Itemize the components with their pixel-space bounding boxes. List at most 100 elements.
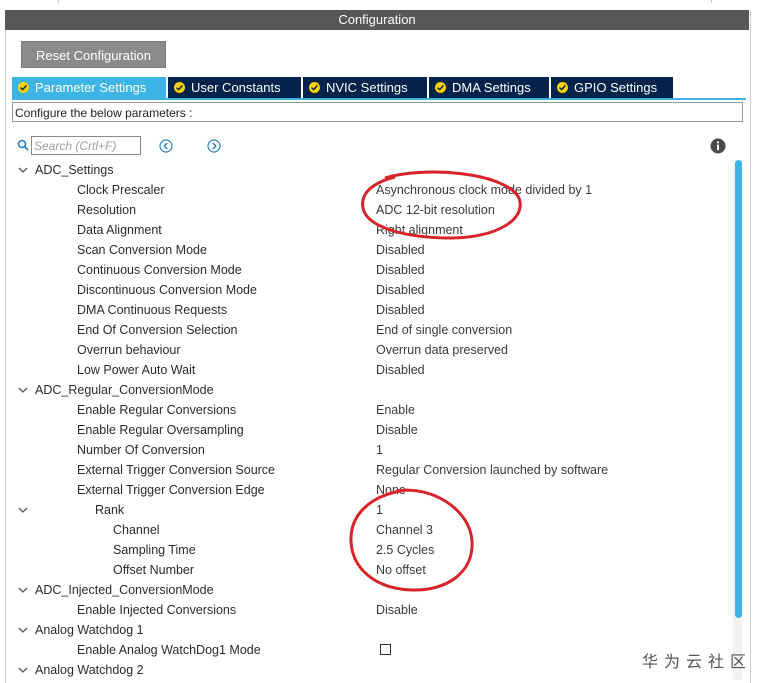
param-value[interactable]: Regular Conversion launched by software [376, 460, 608, 480]
param-value[interactable]: Disable [376, 600, 418, 620]
chevron-down-icon[interactable] [17, 624, 29, 636]
param-row[interactable]: External Trigger Conversion Edge None [0, 480, 730, 500]
tab-label: Parameter Settings [35, 80, 147, 95]
info-icon[interactable] [710, 138, 726, 154]
param-label: Channel [113, 523, 160, 537]
group-label: Analog Watchdog 1 [35, 623, 144, 637]
param-row[interactable]: Enable Analog WatchDog1 Mode [0, 640, 730, 660]
chevron-down-icon[interactable] [17, 164, 29, 176]
tab-user-constants[interactable]: User Constants [168, 77, 301, 98]
param-label: Clock Prescaler [77, 183, 165, 197]
param-row[interactable]: Offset Number No offset [0, 560, 730, 580]
search-icon [17, 139, 29, 151]
check-circle-icon [18, 82, 29, 93]
chevron-down-icon[interactable] [17, 384, 29, 396]
param-label: Enable Injected Conversions [77, 603, 237, 617]
param-value[interactable]: No offset [376, 560, 426, 580]
param-row[interactable]: Sampling Time 2.5 Cycles [0, 540, 730, 560]
chevron-down-icon[interactable] [17, 664, 29, 676]
next-match-icon[interactable] [207, 139, 221, 153]
panel-divider [711, 0, 712, 3]
param-label: Continuous Conversion Mode [77, 263, 242, 277]
param-value[interactable]: Overrun data preserved [376, 340, 508, 360]
group-adc-regular-conversion-mode[interactable]: ADC_Regular_ConversionMode [0, 380, 730, 400]
param-row[interactable]: Discontinuous Conversion Mode Disabled [0, 280, 730, 300]
param-value[interactable]: 1 [376, 440, 383, 460]
param-row[interactable]: External Trigger Conversion Source Regul… [0, 460, 730, 480]
tab-nvic-settings[interactable]: NVIC Settings [303, 77, 427, 98]
group-label: ADC_Regular_ConversionMode [35, 383, 214, 397]
param-row[interactable]: Channel Channel 3 [0, 520, 730, 540]
search-input[interactable] [31, 136, 141, 155]
param-label: Enable Regular Oversampling [77, 423, 244, 437]
tab-label: User Constants [191, 80, 281, 95]
panel-divider [58, 0, 59, 3]
vertical-scrollbar-thumb[interactable] [735, 160, 742, 618]
param-value[interactable]: Disabled [376, 260, 425, 280]
watchdog1-mode-checkbox[interactable] [380, 644, 391, 655]
group-adc-injected-conversion-mode[interactable]: ADC_Injected_ConversionMode [0, 580, 730, 600]
tab-underline [12, 98, 746, 100]
param-value[interactable]: Disabled [376, 280, 425, 300]
param-value[interactable]: Enable [376, 400, 415, 420]
group-adc-settings[interactable]: ADC_Settings [0, 160, 730, 180]
check-circle-icon [309, 82, 320, 93]
param-value[interactable]: End of single conversion [376, 320, 512, 340]
tab-parameter-settings[interactable]: Parameter Settings [12, 77, 166, 98]
param-label: Number Of Conversion [77, 443, 205, 457]
param-row[interactable]: Continuous Conversion Mode Disabled [0, 260, 730, 280]
param-label: Offset Number [113, 563, 195, 577]
param-label: DMA Continuous Requests [77, 303, 228, 317]
param-row[interactable]: Enable Regular Conversions Enable [0, 400, 730, 420]
tab-dma-settings[interactable]: DMA Settings [429, 77, 549, 98]
param-label: Enable Regular Conversions [77, 403, 237, 417]
param-row[interactable]: DMA Continuous Requests Disabled [0, 300, 730, 320]
panel-title: Configuration [5, 10, 749, 30]
tab-label: DMA Settings [452, 80, 531, 95]
param-row[interactable]: Clock Prescaler Asynchronous clock mode … [0, 180, 730, 200]
configure-hint: Configure the below parameters : [12, 102, 743, 122]
check-circle-icon [174, 82, 185, 93]
param-label: Sampling Time [113, 543, 196, 557]
group-analog-watchdog-1[interactable]: Analog Watchdog 1 [0, 620, 730, 640]
param-value[interactable]: Disabled [376, 300, 425, 320]
param-value[interactable]: None [376, 480, 406, 500]
group-label: Rank [95, 503, 125, 517]
param-label: External Trigger Conversion Source [77, 463, 276, 477]
param-row[interactable]: Low Power Auto Wait Disabled [0, 360, 730, 380]
previous-match-icon[interactable] [159, 139, 173, 153]
param-label: Discontinuous Conversion Mode [77, 283, 257, 297]
param-value[interactable]: Disabled [376, 360, 425, 380]
group-rank[interactable]: Rank 1 [0, 500, 730, 520]
param-value[interactable]: Right alignment [376, 220, 463, 240]
tab-label: GPIO Settings [574, 80, 658, 95]
param-value[interactable]: Disable [376, 420, 418, 440]
param-label: External Trigger Conversion Edge [77, 483, 265, 497]
param-value[interactable]: 1 [376, 500, 383, 520]
param-label: Overrun behaviour [77, 343, 181, 357]
param-label: Enable Analog WatchDog1 Mode [77, 643, 261, 657]
param-label: End Of Conversion Selection [77, 323, 238, 337]
param-row[interactable]: Data Alignment Right alignment [0, 220, 730, 240]
param-row[interactable]: Scan Conversion Mode Disabled [0, 240, 730, 260]
tab-label: NVIC Settings [326, 80, 408, 95]
param-row[interactable]: Overrun behaviour Overrun data preserved [0, 340, 730, 360]
param-label: Scan Conversion Mode [77, 243, 207, 257]
param-row[interactable]: Enable Regular Oversampling Disable [0, 420, 730, 440]
param-value[interactable]: Channel 3 [376, 520, 433, 540]
param-value[interactable]: ADC 12-bit resolution [376, 200, 495, 220]
param-value[interactable]: 2.5 Cycles [376, 540, 434, 560]
reset-configuration-button[interactable]: Reset Configuration [21, 41, 166, 68]
group-analog-watchdog-2[interactable]: Analog Watchdog 2 [0, 660, 730, 680]
param-value[interactable]: Asynchronous clock mode divided by 1 [376, 180, 592, 200]
param-value[interactable]: Disabled [376, 240, 425, 260]
tab-gpio-settings[interactable]: GPIO Settings [551, 77, 673, 98]
chevron-down-icon[interactable] [17, 504, 29, 516]
settings-tabs: Parameter Settings User Constants NVIC S… [12, 77, 675, 98]
chevron-down-icon[interactable] [17, 584, 29, 596]
param-row[interactable]: Resolution ADC 12-bit resolution [0, 200, 730, 220]
param-row[interactable]: End Of Conversion Selection End of singl… [0, 320, 730, 340]
param-row[interactable]: Enable Injected Conversions Disable [0, 600, 730, 620]
param-label: Data Alignment [77, 223, 162, 237]
param-row[interactable]: Number Of Conversion 1 [0, 440, 730, 460]
